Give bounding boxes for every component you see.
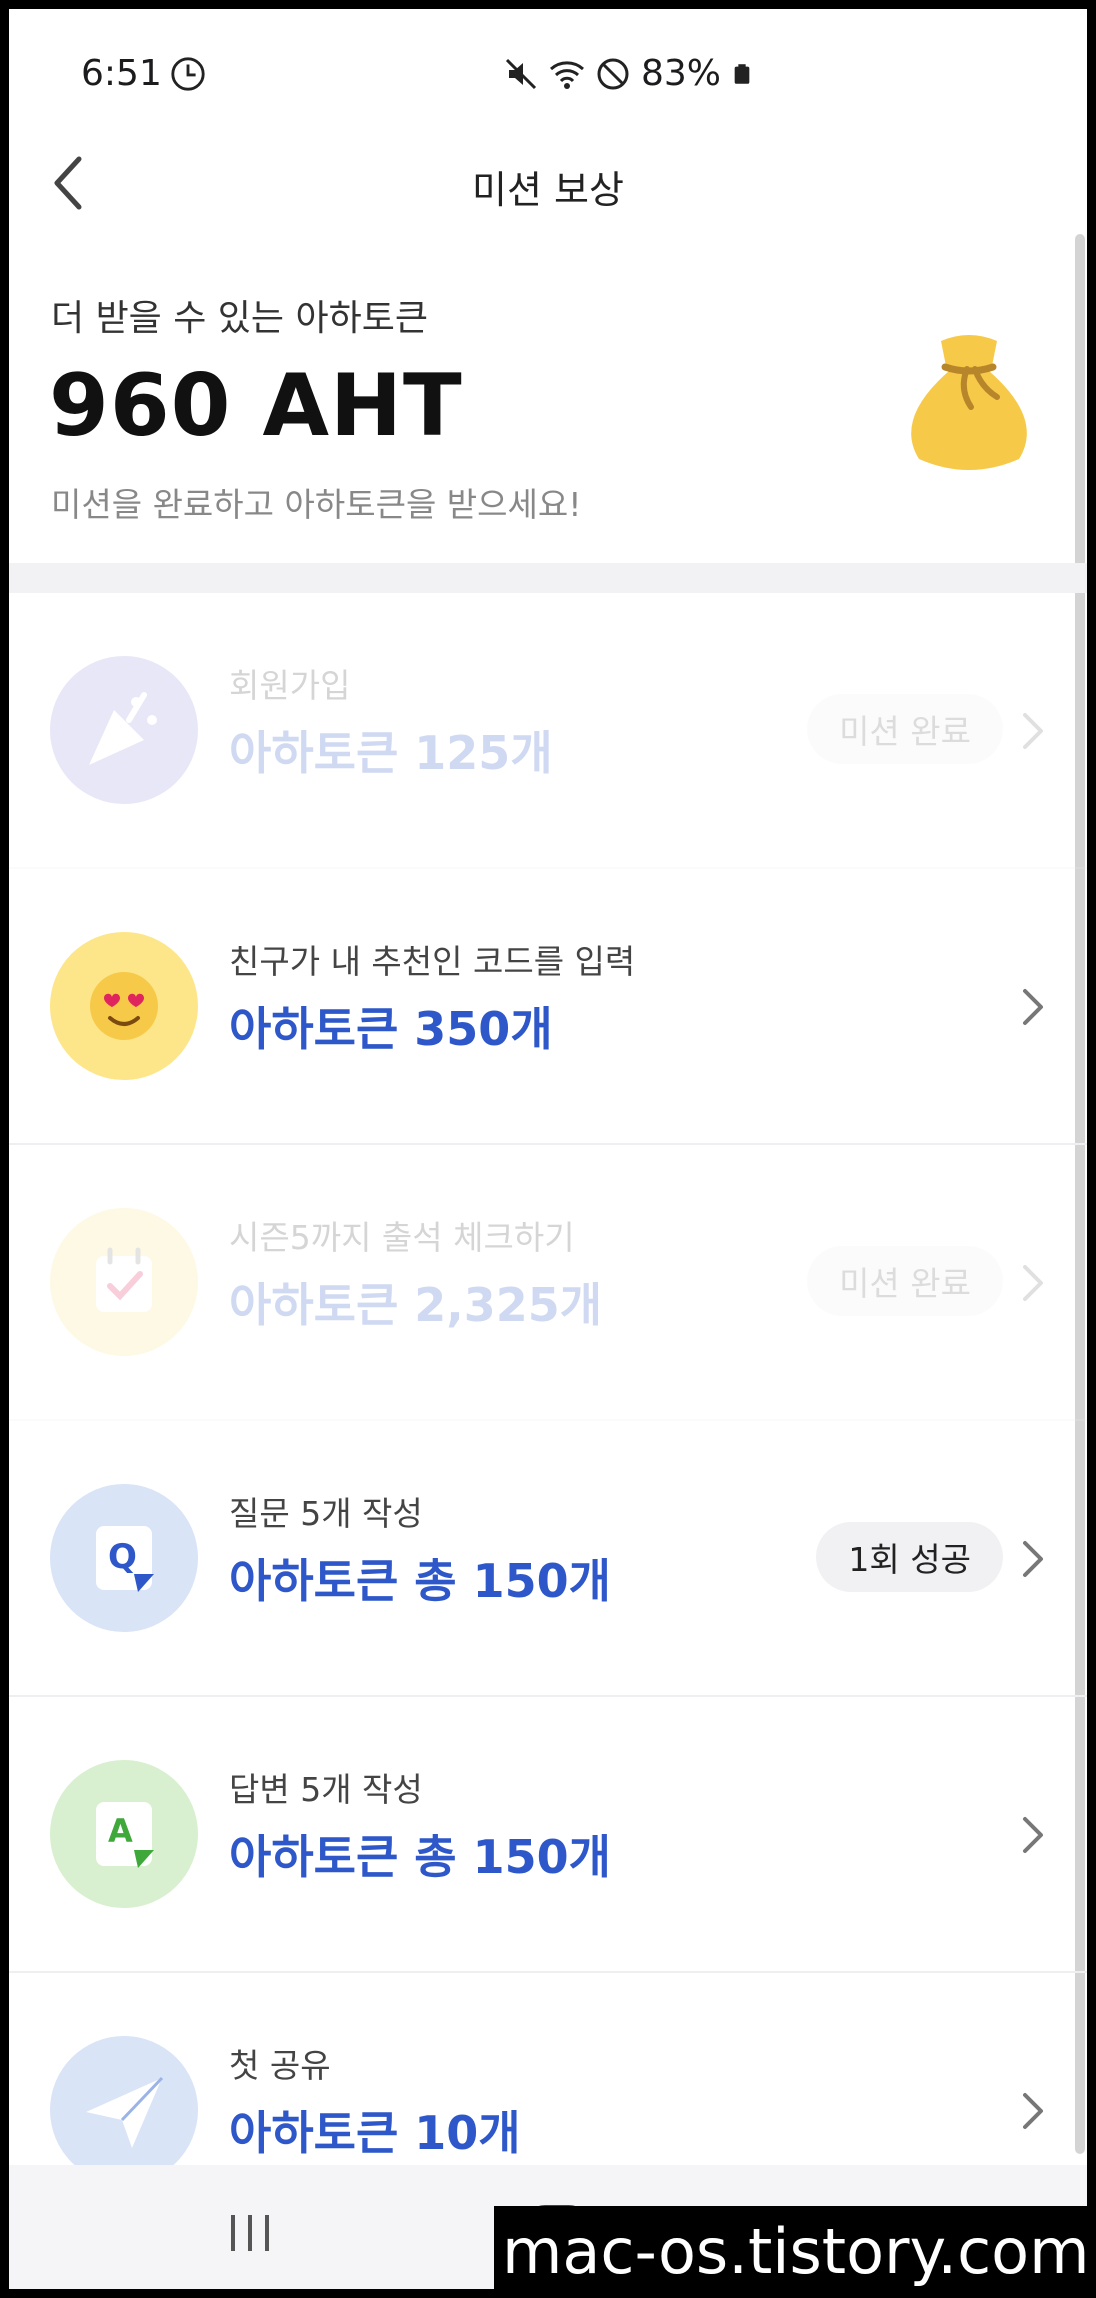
battery-percent: 83% [641, 53, 722, 94]
mission-status-badge: 미션 완료 [807, 694, 1003, 764]
token-summary: 더 받을 수 있는 아하토큰 960 AHT 미션을 완료하고 아하토큰을 받으… [9, 241, 1087, 561]
chevron-right-icon [1023, 1817, 1043, 1853]
chevron-right-icon [1023, 713, 1043, 749]
alarm-clock-icon [171, 57, 205, 91]
mission-item-answers[interactable]: A 답변 5개 작성 아하토큰 총 150개 [9, 1697, 1087, 1973]
chevron-right-icon [1023, 1541, 1043, 1577]
mission-icon-wrap [50, 656, 198, 804]
mission-title: 회원가입 [229, 666, 351, 705]
mission-icon-wrap: A [50, 1760, 198, 1908]
summary-subtitle: 미션을 완료하고 아하토큰을 받으세요! [51, 485, 582, 524]
mission-list: 회원가입 아하토큰 125개 미션 완료 친구가 내 추천인 코드를 입력 아하… [9, 593, 1087, 2249]
battery-icon [734, 63, 750, 84]
money-bag-icon [911, 335, 1027, 470]
recent-apps-icon[interactable] [227, 2211, 273, 2255]
svg-text:A: A [108, 1812, 133, 1850]
chevron-right-icon [1023, 1265, 1043, 1301]
heart-eyes-emoji-icon [90, 972, 158, 1040]
mission-reward: 아하토큰 총 150개 [229, 1830, 611, 1884]
mission-title: 질문 5개 작성 [229, 1494, 423, 1533]
mission-item-attendance[interactable]: 시즌5까지 출석 체크하기 아하토큰 2,325개 미션 완료 [9, 1145, 1087, 1421]
mission-item-referral[interactable]: 친구가 내 추천인 코드를 입력 아하토큰 350개 [9, 869, 1087, 1145]
paper-plane-icon [86, 2076, 164, 2148]
mission-title: 친구가 내 추천인 코드를 입력 [229, 942, 636, 981]
answer-card-icon: A [96, 1802, 154, 1868]
mission-icon-wrap [50, 1208, 198, 1356]
chevron-right-icon [1023, 989, 1043, 1025]
page-title: 미션 보상 [472, 168, 624, 212]
mission-reward: 아하토큰 10개 [229, 2106, 521, 2160]
mission-status-badge: 미션 완료 [807, 1246, 1003, 1316]
mission-title: 답변 5개 작성 [229, 1770, 423, 1809]
mission-reward: 아하토큰 2,325개 [229, 1278, 603, 1332]
section-divider [9, 563, 1087, 593]
mission-item-signup[interactable]: 회원가입 아하토큰 125개 미션 완료 [9, 593, 1087, 869]
watermark: mac-os.tistory.com [494, 2206, 1092, 2298]
mission-reward: 아하토큰 총 150개 [229, 1554, 611, 1608]
calendar-check-icon [96, 1247, 152, 1312]
token-amount: 960 AHT [49, 356, 463, 456]
status-bar: 6:51 83% [9, 9, 1087, 129]
screen: 6:51 83% 미션 보상 더 받을 수 있는 아하토큰 960 AHT 미션… [9, 9, 1087, 2289]
mission-title: 시즌5까지 출석 체크하기 [229, 1218, 575, 1257]
mute-icon [505, 58, 537, 89]
do-not-disturb-icon [597, 58, 629, 89]
mission-reward: 아하토큰 125개 [229, 726, 553, 780]
mission-title: 첫 공유 [229, 2046, 331, 2085]
status-right-icons: 83% [503, 53, 753, 94]
wifi-icon [550, 60, 584, 89]
summary-label: 더 받을 수 있는 아하토큰 [51, 298, 428, 339]
mission-icon-wrap [50, 2036, 198, 2184]
mission-progress-badge: 1회 성공 [816, 1522, 1003, 1592]
status-time: 6:51 [81, 53, 162, 94]
mission-icon-wrap [50, 932, 198, 1080]
chevron-right-icon [1023, 2093, 1043, 2129]
question-card-icon: Q [96, 1526, 154, 1592]
mission-icon-wrap: Q [50, 1484, 198, 1632]
app-header: 미션 보상 [9, 129, 1087, 239]
mission-reward: 아하토큰 350개 [229, 1002, 553, 1056]
mission-item-questions[interactable]: Q 질문 5개 작성 아하토큰 총 150개 1회 성공 [9, 1421, 1087, 1697]
party-popper-icon [89, 692, 157, 765]
svg-text:Q: Q [108, 1537, 137, 1577]
